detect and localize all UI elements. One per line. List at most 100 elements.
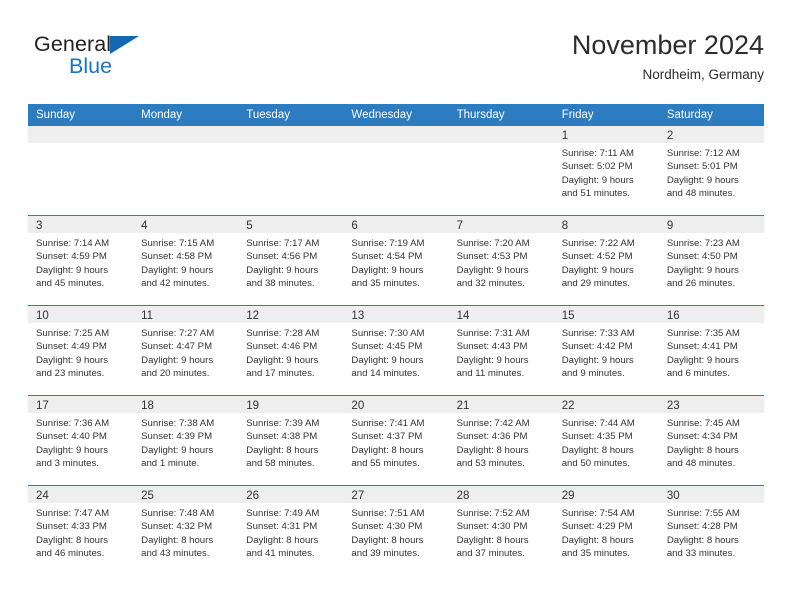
day-details: Sunrise: 7:15 AM Sunset: 4:58 PM Dayligh…	[133, 233, 238, 291]
day-details: Sunrise: 7:47 AM Sunset: 4:33 PM Dayligh…	[28, 503, 133, 561]
daylight-text-line2: and 35 minutes.	[561, 548, 630, 560]
sunset-text: Sunset: 4:38 PM	[246, 431, 318, 443]
daylight-text-line1: Daylight: 8 hours	[561, 534, 634, 546]
daylight-text-line2: and 53 minutes.	[456, 458, 525, 470]
sunrise-text: Sunrise: 7:11 AM	[561, 148, 635, 159]
sunset-text: Sunset: 4:56 PM	[246, 251, 318, 263]
day-cell[interactable]: 25 Sunrise: 7:48 AM Sunset: 4:32 PM Dayl…	[133, 486, 239, 575]
day-number: 8	[561, 220, 569, 232]
day-cell[interactable]	[133, 126, 239, 215]
day-cell[interactable]: 10 Sunrise: 7:25 AM Sunset: 4:49 PM Dayl…	[28, 306, 134, 395]
day-number-band: 25	[133, 486, 239, 503]
sunset-text: Sunset: 4:49 PM	[36, 341, 107, 353]
daylight-text-line1: Daylight: 9 hours	[666, 354, 739, 366]
day-cell[interactable]: 6 Sunrise: 7:19 AM Sunset: 4:54 PM Dayli…	[343, 216, 449, 305]
sunrise-text: Sunrise: 7:36 AM	[36, 418, 110, 429]
sunset-text: Sunset: 4:40 PM	[36, 431, 107, 443]
general-blue-logo[interactable]: General Blue	[34, 32, 174, 90]
daylight-text-line1: Daylight: 9 hours	[141, 444, 214, 456]
day-number: 27	[351, 490, 365, 502]
sunrise-text: Sunrise: 7:23 AM	[666, 238, 740, 249]
day-cell[interactable]: 12 Sunrise: 7:28 AM Sunset: 4:46 PM Dayl…	[238, 306, 344, 395]
day-number: 2	[666, 130, 674, 142]
day-number: 19	[246, 400, 260, 412]
day-number: 1	[561, 130, 569, 142]
day-details: Sunrise: 7:11 AM Sunset: 5:02 PM Dayligh…	[554, 143, 659, 201]
weekday-header-monday: Monday	[141, 109, 183, 121]
day-cell[interactable]: 30 Sunrise: 7:55 AM Sunset: 4:28 PM Dayl…	[658, 486, 764, 575]
day-cell[interactable]	[448, 126, 554, 215]
daylight-text-line2: and 23 minutes.	[36, 368, 105, 380]
day-cell[interactable]	[28, 126, 134, 215]
calendar-grid: Sunday Monday Tuesday Wednesday Thursday…	[28, 104, 764, 575]
sunset-text: Sunset: 4:47 PM	[141, 341, 213, 353]
day-cell[interactable]	[238, 126, 344, 215]
daylight-text-line2: and 9 minutes.	[561, 368, 625, 380]
day-number-band: 4	[133, 216, 239, 233]
day-number: 25	[141, 490, 154, 502]
daylight-text-line1: Daylight: 9 hours	[246, 354, 319, 366]
day-cell[interactable]: 11 Sunrise: 7:27 AM Sunset: 4:47 PM Dayl…	[133, 306, 239, 395]
day-number-band	[448, 126, 554, 143]
day-cell[interactable]: 5 Sunrise: 7:17 AM Sunset: 4:56 PM Dayli…	[238, 216, 344, 305]
day-cell[interactable]: 27 Sunrise: 7:51 AM Sunset: 4:30 PM Dayl…	[343, 486, 449, 575]
day-details	[133, 143, 238, 147]
day-number-band: 28	[448, 486, 554, 503]
sunset-text: Sunset: 4:50 PM	[666, 251, 738, 263]
day-details: Sunrise: 7:39 AM Sunset: 4:38 PM Dayligh…	[238, 413, 343, 471]
day-cell[interactable]: 21 Sunrise: 7:42 AM Sunset: 4:36 PM Dayl…	[448, 396, 554, 485]
daylight-text-line1: Daylight: 9 hours	[36, 444, 108, 456]
day-number: 6	[351, 220, 358, 232]
day-details: Sunrise: 7:41 AM Sunset: 4:37 PM Dayligh…	[343, 413, 448, 471]
sunset-text: Sunset: 4:31 PM	[246, 521, 318, 533]
day-number: 12	[246, 310, 260, 322]
day-cell[interactable]: 1 Sunrise: 7:11 AM Sunset: 5:02 PM Dayli…	[553, 126, 659, 215]
day-cell[interactable]: 7 Sunrise: 7:20 AM Sunset: 4:53 PM Dayli…	[448, 216, 554, 305]
day-number-band	[343, 126, 449, 143]
sunset-text: Sunset: 4:59 PM	[36, 251, 107, 263]
day-cell[interactable]: 3 Sunrise: 7:14 AM Sunset: 4:59 PM Dayli…	[28, 216, 134, 305]
day-details: Sunrise: 7:27 AM Sunset: 4:47 PM Dayligh…	[133, 323, 238, 381]
day-number-band: 7	[448, 216, 554, 233]
sunrise-text: Sunrise: 7:49 AM	[246, 508, 320, 519]
sunset-text: Sunset: 4:54 PM	[351, 251, 423, 263]
daylight-text-line2: and 48 minutes.	[666, 188, 736, 200]
weekday-header-thursday: Thursday	[456, 109, 505, 121]
sunrise-text: Sunrise: 7:28 AM	[246, 328, 320, 339]
day-cell[interactable]: 18 Sunrise: 7:38 AM Sunset: 4:39 PM Dayl…	[133, 396, 239, 485]
day-cell[interactable]: 24 Sunrise: 7:47 AM Sunset: 4:33 PM Dayl…	[28, 486, 134, 575]
day-cell[interactable]: 16 Sunrise: 7:35 AM Sunset: 4:41 PM Dayl…	[658, 306, 764, 395]
day-number-band: 14	[448, 306, 554, 323]
sunrise-text: Sunrise: 7:45 AM	[666, 418, 740, 429]
day-cell[interactable]: 28 Sunrise: 7:52 AM Sunset: 4:30 PM Dayl…	[448, 486, 554, 575]
week-row: 24 Sunrise: 7:47 AM Sunset: 4:33 PM Dayl…	[28, 485, 764, 575]
day-cell[interactable]: 17 Sunrise: 7:36 AM Sunset: 4:40 PM Dayl…	[28, 396, 134, 485]
day-cell[interactable]	[343, 126, 449, 215]
day-cell[interactable]: 26 Sunrise: 7:49 AM Sunset: 4:31 PM Dayl…	[238, 486, 344, 575]
day-cell[interactable]: 29 Sunrise: 7:54 AM Sunset: 4:29 PM Dayl…	[553, 486, 659, 575]
day-cell[interactable]: 22 Sunrise: 7:44 AM Sunset: 4:35 PM Dayl…	[553, 396, 659, 485]
day-number: 10	[36, 310, 49, 322]
day-cell[interactable]: 23 Sunrise: 7:45 AM Sunset: 4:34 PM Dayl…	[658, 396, 764, 485]
day-number: 23	[666, 400, 680, 412]
week-row: 3 Sunrise: 7:14 AM Sunset: 4:59 PM Dayli…	[28, 215, 764, 305]
day-cell[interactable]: 2 Sunrise: 7:12 AM Sunset: 5:01 PM Dayli…	[658, 126, 764, 215]
day-cell[interactable]: 19 Sunrise: 7:39 AM Sunset: 4:38 PM Dayl…	[238, 396, 344, 485]
day-number-band: 2	[658, 126, 764, 143]
day-cell[interactable]: 13 Sunrise: 7:30 AM Sunset: 4:45 PM Dayl…	[343, 306, 449, 395]
day-cell[interactable]: 8 Sunrise: 7:22 AM Sunset: 4:52 PM Dayli…	[553, 216, 659, 305]
daylight-text-line2: and 32 minutes.	[456, 278, 525, 290]
day-cell[interactable]: 9 Sunrise: 7:23 AM Sunset: 4:50 PM Dayli…	[658, 216, 764, 305]
day-number-band: 8	[553, 216, 659, 233]
day-details: Sunrise: 7:31 AM Sunset: 4:43 PM Dayligh…	[449, 323, 554, 381]
daylight-text-line2: and 39 minutes.	[351, 548, 420, 560]
daylight-text-line1: Daylight: 9 hours	[561, 264, 634, 276]
weekday-header-tuesday: Tuesday	[246, 109, 290, 121]
day-details: Sunrise: 7:12 AM Sunset: 5:01 PM Dayligh…	[659, 143, 764, 201]
day-cell[interactable]: 15 Sunrise: 7:33 AM Sunset: 4:42 PM Dayl…	[553, 306, 659, 395]
day-cell[interactable]: 14 Sunrise: 7:31 AM Sunset: 4:43 PM Dayl…	[448, 306, 554, 395]
day-cell[interactable]: 4 Sunrise: 7:15 AM Sunset: 4:58 PM Dayli…	[133, 216, 239, 305]
day-cell[interactable]: 20 Sunrise: 7:41 AM Sunset: 4:37 PM Dayl…	[343, 396, 449, 485]
sunset-text: Sunset: 4:46 PM	[246, 341, 318, 353]
sunset-text: Sunset: 5:02 PM	[561, 161, 633, 173]
